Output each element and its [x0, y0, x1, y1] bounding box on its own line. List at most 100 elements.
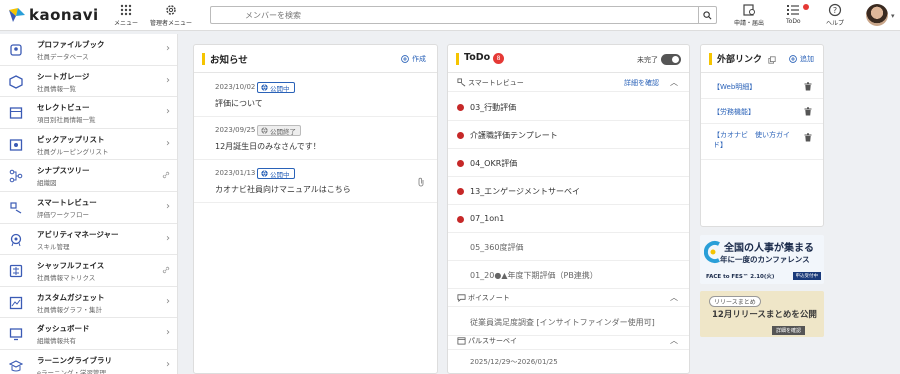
- todo-button[interactable]: ToDo: [786, 3, 801, 25]
- chevron-down-icon[interactable]: ▾: [891, 12, 895, 20]
- add-link-button[interactable]: 追加: [789, 54, 814, 64]
- external-link[interactable]: 【Web明細】: [713, 82, 798, 92]
- todo-item-text: 従業員満足度調査 [インサイトファインダー使用可]: [470, 318, 655, 327]
- notices-title: お知らせ: [210, 55, 248, 66]
- notice-item[interactable]: 2023/10/02 公開中 評価について: [194, 74, 437, 117]
- svg-text:?: ?: [833, 6, 837, 15]
- sidebar-item[interactable]: カスタムガジェット 社員情報グラフ・集計 ›: [0, 287, 177, 319]
- todo-item[interactable]: 01_20●▲年度下期評価（PB連携）: [448, 261, 689, 289]
- todo-item[interactable]: 03_行動評価: [448, 93, 689, 121]
- todo-panel: ToDo 8 未完了 スマートレビュー 詳細を確認 ︿ 03_行動評価 介護職評価テンプ…: [447, 44, 690, 374]
- sidebar-item-title: スマートレビュー: [37, 197, 97, 207]
- sidebar-item[interactable]: シートガレージ 社員情報一覧 ›: [0, 66, 177, 98]
- detail-link[interactable]: 詳細を確認: [624, 78, 659, 88]
- sidebar-item[interactable]: スマートレビュー 評価ワークフロー ›: [0, 192, 177, 224]
- sidebar-item-title: シナプスツリー: [37, 166, 90, 176]
- notice-item[interactable]: 2023/09/25 公開終了 12月誕生日のみなさんです！: [194, 117, 437, 160]
- incomplete-toggle[interactable]: [661, 54, 681, 65]
- sidebar-item-subtitle: 社員グルーピングリスト: [37, 147, 109, 156]
- todo-item-text: 04_OKR評価: [470, 159, 518, 168]
- todo-item-text: 介護職評価テンプレート: [470, 131, 558, 140]
- chevron-right-icon: ›: [166, 74, 170, 86]
- logo-text: kaonavi: [29, 6, 99, 24]
- admin-menu-button[interactable]: 管理者メニュー: [150, 3, 192, 27]
- todo-item[interactable]: 介護職評価テンプレート: [448, 121, 689, 149]
- sidebar-item-subtitle: 社員情報一覧: [37, 84, 76, 93]
- external-link[interactable]: 【労務機能】: [713, 107, 798, 117]
- status-badge: 公開終了: [257, 125, 301, 136]
- globe-icon: [261, 84, 268, 91]
- sidebar-item[interactable]: アビリティマネージャー スキル管理 ›: [0, 224, 177, 256]
- paperclip-icon: [418, 177, 424, 187]
- external-link[interactable]: 【カオナビ 使い方ガイド】: [713, 130, 798, 150]
- ability-manager-icon: [10, 233, 22, 246]
- trash-icon[interactable]: [804, 133, 812, 142]
- sidebar-item[interactable]: シャッフルフェイス 社員情報マトリクス: [0, 255, 177, 287]
- link-icon: [162, 266, 170, 274]
- sidebar-item-subtitle: スキル管理: [37, 242, 70, 251]
- title-accent-bar: [202, 53, 205, 65]
- chevron-up-icon[interactable]: ︿: [670, 292, 678, 303]
- todo-item[interactable]: 05_360度評価: [448, 233, 689, 261]
- sidebar-item-title: ダッシュボード: [37, 324, 90, 334]
- todo-item[interactable]: 13_エンゲージメントサーベイ: [448, 177, 689, 205]
- release-summary-banner[interactable]: リリースまとめ 12月リリースまとめを公開 詳細を確認: [700, 291, 824, 337]
- chevron-right-icon: ›: [166, 232, 170, 244]
- apply-icon: [743, 4, 755, 16]
- sidebar: プロファイルブック 社員データベース › シートガレージ 社員情報一覧 › セレクトビュー項…: [0, 34, 178, 374]
- todo-item[interactable]: 04_OKR評価: [448, 149, 689, 177]
- trash-icon[interactable]: [804, 82, 812, 91]
- sidebar-item[interactable]: セレクトビュー 項目別社員情報一覧 ›: [0, 97, 177, 129]
- sidebar-item[interactable]: ダッシュボード 組織情報共有 ›: [0, 318, 177, 350]
- todo-section-header[interactable]: ボイスノート ︿: [448, 289, 689, 307]
- apply-button[interactable]: 申請・届出: [734, 3, 764, 27]
- create-notice-button[interactable]: 作成: [401, 54, 426, 64]
- notice-title: カオナビ社員向けマニュアルはこちら: [215, 185, 351, 194]
- search-button[interactable]: [698, 7, 716, 23]
- grid-icon: [120, 4, 132, 16]
- menu-button[interactable]: メニュー: [114, 3, 138, 27]
- todo-section-header[interactable]: スマートレビュー 詳細を確認 ︿: [448, 74, 689, 92]
- speech-bubble-icon: [457, 294, 466, 302]
- todo-item-text: 07_1on1: [470, 214, 505, 223]
- banner-line1: 全国の人事が集まる: [724, 243, 814, 254]
- chevron-up-icon[interactable]: ︿: [670, 335, 678, 346]
- incomplete-label: 未完了: [637, 56, 658, 64]
- todo-header: ToDo 8 未完了: [448, 45, 689, 73]
- face-to-fes-banner[interactable]: 全国の人事が集まる 年に一度のカンファレンス FACE to FES™ 2.10…: [700, 235, 824, 284]
- notice-date: 2023/01/13: [215, 169, 256, 177]
- user-avatar[interactable]: [866, 4, 888, 26]
- smart-review-icon: [457, 78, 466, 87]
- chevron-right-icon: ›: [166, 327, 170, 339]
- chevron-right-icon: ›: [166, 106, 170, 118]
- sidebar-item[interactable]: ピックアップリスト 社員グルーピングリスト ›: [0, 129, 177, 161]
- plus-circle-icon: [401, 55, 409, 63]
- sidebar-item[interactable]: シナプスツリー 組織図: [0, 160, 177, 192]
- help-icon: ?: [828, 3, 842, 17]
- chevron-up-icon[interactable]: ︿: [670, 77, 678, 88]
- todo-item[interactable]: 07_1on1: [448, 205, 689, 233]
- create-label: 作成: [412, 55, 426, 63]
- search-input[interactable]: [211, 7, 691, 23]
- help-button[interactable]: ? ヘルプ: [826, 3, 844, 27]
- shuffle-face-icon: [9, 265, 23, 278]
- todo-notification-dot: [803, 4, 809, 10]
- add-label: 追加: [800, 55, 814, 63]
- kaonavi-logo[interactable]: kaonavi: [8, 6, 99, 24]
- sidebar-item[interactable]: プロファイルブック 社員データベース ›: [0, 34, 177, 66]
- sidebar-item-subtitle: 評価ワークフロー: [37, 210, 89, 219]
- sidebar-item-subtitle: 社員情報グラフ・集計: [37, 305, 102, 314]
- status-text: 公開中: [270, 170, 290, 179]
- todo-section-header[interactable]: パルスサーベイ ︿: [448, 332, 689, 350]
- external-links-panel: 外部リンク 追加 【Web明細】 【労務機能】 【カオナビ 使い方ガイド】: [700, 44, 824, 227]
- member-search[interactable]: [210, 6, 717, 24]
- chevron-right-icon: ›: [166, 358, 170, 370]
- sidebar-item-subtitle: 組織情報共有: [37, 337, 76, 346]
- sidebar-item-title: セレクトビュー: [37, 103, 90, 113]
- todo-count-badge: 8: [493, 53, 504, 64]
- sidebar-item[interactable]: ラーニングライブラリ eラーニング・学習管理 ›: [0, 350, 177, 374]
- todo-item[interactable]: 2025/12/29～2026/01/25: [448, 351, 689, 373]
- notice-item[interactable]: 2023/01/13 公開中カオナビ社員向けマニュアルはこちら: [194, 160, 437, 203]
- sidebar-item-subtitle: eラーニング・学習管理: [37, 368, 106, 374]
- trash-icon[interactable]: [804, 107, 812, 116]
